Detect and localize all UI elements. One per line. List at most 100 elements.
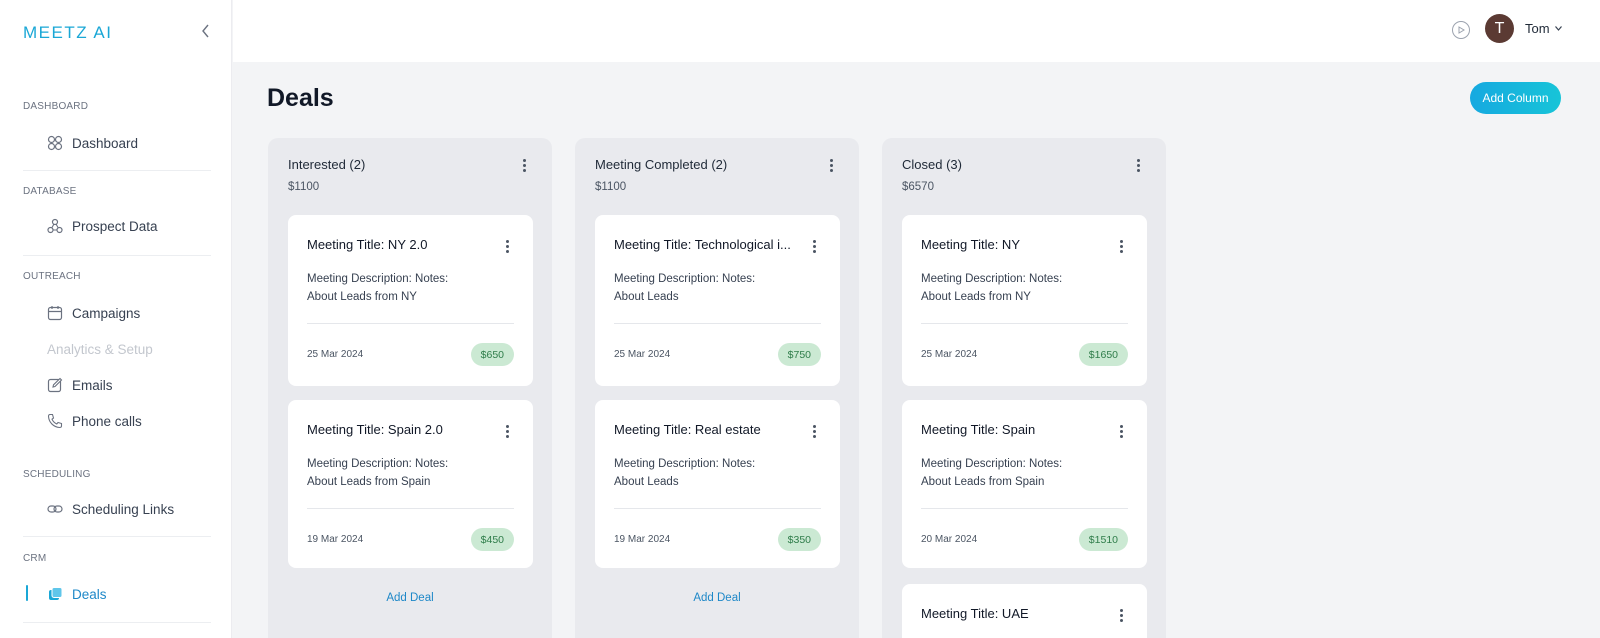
deal-card[interactable]: Meeting Title: Technological i... Meetin… (595, 215, 840, 386)
sidebar-item-label: Dashboard (72, 135, 139, 151)
deal-description: Meeting Description: Notes: About Leads … (921, 455, 1121, 491)
column-menu-icon[interactable] (823, 156, 839, 174)
column-menu-icon[interactable] (516, 156, 532, 174)
deal-card[interactable]: Meeting Title: NY 2.0 Meeting Descriptio… (288, 215, 533, 386)
add-deal-link[interactable]: Add Deal (575, 592, 859, 604)
column-total: $1100 (595, 181, 627, 193)
sidebar-divider (23, 536, 211, 537)
card-divider (307, 323, 514, 324)
description-line: About Leads from NY (921, 291, 1031, 303)
deal-description: Meeting Description: Notes: About Leads (614, 455, 814, 491)
deals-icon (47, 586, 63, 602)
deal-description: Meeting Description: Notes: About Leads … (921, 270, 1121, 306)
deal-date: 19 Mar 2024 (307, 534, 364, 545)
card-divider (614, 508, 821, 509)
card-menu-icon[interactable] (806, 237, 822, 255)
deal-title: Meeting Title: Real estate (614, 422, 761, 437)
sidebar-item-campaigns[interactable]: Campaigns (47, 301, 140, 325)
card-divider (307, 508, 514, 509)
deal-date: 19 Mar 2024 (614, 534, 671, 545)
collapse-sidebar-button[interactable] (198, 22, 214, 40)
deal-amount-badge: $350 (777, 528, 821, 551)
column-title: Meeting Completed (2) (595, 157, 728, 172)
description-line: About Leads (614, 476, 679, 488)
sidebar-item-label: Analytics & Setup (47, 341, 153, 357)
sidebar-item-label: Deals (72, 586, 107, 602)
deal-amount-badge: $450 (470, 528, 514, 551)
calendar-icon (47, 305, 63, 321)
deal-amount-badge: $750 (777, 343, 821, 366)
deal-amount-badge: $1510 (1078, 528, 1128, 551)
deal-date: 25 Mar 2024 (307, 349, 364, 360)
description-line: About Leads (614, 291, 679, 303)
caret-down-icon (1554, 26, 1562, 31)
sidebar-item-label: Prospect Data (72, 218, 158, 234)
deal-title: Meeting Title: Spain 2.0 (307, 422, 443, 437)
sidebar-item-dashboard[interactable]: Dashboard (47, 131, 138, 155)
column-title: Interested (2) (288, 157, 366, 172)
sidebar-divider (23, 170, 211, 171)
active-indicator (26, 585, 28, 601)
sidebar-item-emails[interactable]: Emails (47, 373, 113, 397)
section-label-dashboard: DASHBOARD (23, 101, 89, 112)
deal-title: Meeting Title: NY 2.0 (307, 237, 428, 252)
column-menu-icon[interactable] (1130, 156, 1146, 174)
card-divider (921, 323, 1128, 324)
user-menu[interactable]: Tom (1525, 21, 1562, 36)
prospect-icon (47, 218, 63, 234)
deal-amount-badge: $650 (470, 343, 514, 366)
description-line: Meeting Description: Notes: (921, 273, 1063, 285)
grid-icon (47, 135, 63, 151)
deal-card[interactable]: Meeting Title: NY Meeting Description: N… (902, 215, 1147, 386)
deal-date: 20 Mar 2024 (921, 534, 978, 545)
card-menu-icon[interactable] (499, 422, 515, 440)
deal-card[interactable]: Meeting Title: Spain Meeting Description… (902, 400, 1147, 568)
sidebar-item-prospect-data[interactable]: Prospect Data (47, 214, 158, 238)
sidebar-divider (23, 255, 211, 256)
deal-title: Meeting Title: NY (921, 237, 1020, 252)
deal-title: Meeting Title: Spain (921, 422, 1036, 437)
deal-card[interactable]: Meeting Title: Spain 2.0 Meeting Descrip… (288, 400, 533, 568)
deal-column-interested: Interested (2) $1100 Meeting Title: NY 2… (268, 138, 552, 638)
sidebar-item-scheduling-links[interactable]: Scheduling Links (47, 497, 174, 521)
sidebar-item-deals[interactable]: Deals (47, 582, 107, 606)
card-divider (614, 323, 821, 324)
app-logo: MEETZ AI (23, 23, 113, 42)
add-deal-link[interactable]: Add Deal (268, 592, 552, 604)
deal-date: 25 Mar 2024 (921, 349, 978, 360)
sidebar: MEETZ AI DASHBOARD Dashboard DATABASE Pr… (0, 0, 232, 638)
chevron-left-icon (202, 24, 209, 38)
card-menu-icon[interactable] (806, 422, 822, 440)
description-line: About Leads from Spain (921, 476, 1045, 488)
deal-column-closed: Closed (3) $6570 Meeting Title: NY Meeti… (882, 138, 1166, 638)
play-icon (1458, 26, 1465, 34)
deal-date: 25 Mar 2024 (614, 349, 671, 360)
sidebar-item-label: Emails (72, 377, 113, 393)
deal-amount-badge: $1650 (1078, 343, 1128, 366)
column-total: $6570 (902, 181, 934, 193)
description-line: Meeting Description: Notes: (307, 273, 449, 285)
sidebar-item-analytics-setup[interactable]: Analytics & Setup (47, 337, 153, 361)
section-label-scheduling: SCHEDULING (23, 469, 91, 480)
card-menu-icon[interactable] (1113, 237, 1129, 255)
description-line: Meeting Description: Notes: (614, 273, 756, 285)
card-menu-icon[interactable] (499, 237, 515, 255)
deal-description: Meeting Description: Notes: About Leads (614, 270, 814, 306)
page-title: Deals (267, 84, 334, 112)
deal-description: Meeting Description: Notes: About Leads … (307, 270, 507, 306)
deal-card[interactable]: Meeting Title: UAE (902, 584, 1147, 638)
play-tutorial-button[interactable] (1452, 21, 1470, 39)
sidebar-item-phone-calls[interactable]: Phone calls (47, 409, 142, 433)
top-bar (233, 0, 1600, 62)
card-divider (921, 508, 1128, 509)
card-menu-icon[interactable] (1113, 422, 1129, 440)
deal-title: Meeting Title: Technological i... (614, 237, 791, 252)
avatar[interactable]: T (1485, 14, 1514, 43)
deal-title: Meeting Title: UAE (921, 606, 1029, 621)
card-menu-icon[interactable] (1113, 606, 1129, 624)
add-column-button[interactable]: Add Column (1470, 82, 1561, 114)
column-title: Closed (3) (902, 157, 962, 172)
deal-card[interactable]: Meeting Title: Real estate Meeting Descr… (595, 400, 840, 568)
sidebar-item-label: Campaigns (72, 305, 141, 321)
description-line: Meeting Description: Notes: (921, 458, 1063, 470)
